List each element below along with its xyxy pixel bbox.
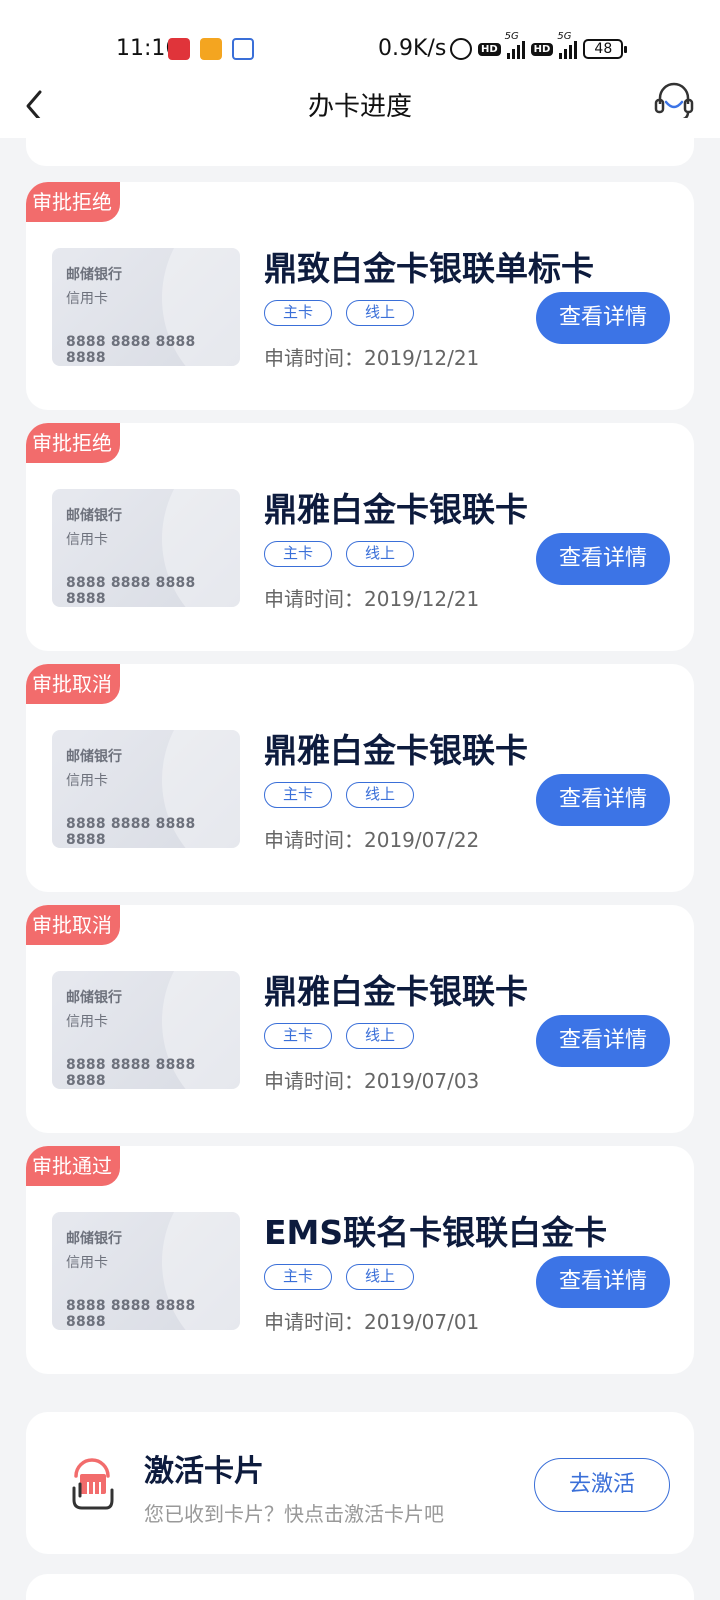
network-speed: 0.9K/s [378, 36, 447, 61]
tag-primary-card: 主卡 [264, 782, 332, 808]
view-details-button[interactable]: 查看详情 [536, 774, 670, 826]
tag-online: 线上 [346, 300, 414, 326]
card-bank-name: 邮储银行 [66, 1231, 122, 1247]
apply-time: 申请时间：2019/07/01 [264, 1310, 480, 1334]
card-title: 鼎雅白金卡银联卡 [264, 490, 528, 529]
card-tags: 主卡 线上 [264, 300, 414, 326]
application-card: 审批拒绝 邮储银行 信用卡 8888 8888 8888 8888 鼎雅白金卡银… [26, 423, 694, 651]
card-title: 鼎雅白金卡银联卡 [264, 972, 528, 1011]
credit-card-image: 邮储银行 信用卡 8888 8888 8888 8888 [52, 489, 240, 607]
card-bank-name: 邮储银行 [66, 990, 122, 1006]
signal-icon: 5G [557, 31, 578, 59]
card-tags: 主卡 线上 [264, 1264, 414, 1290]
tag-online: 线上 [346, 782, 414, 808]
tag-online: 线上 [346, 1023, 414, 1049]
apply-time: 申请时间：2019/12/21 [264, 587, 480, 611]
card-number: 8888 8888 8888 8888 [66, 575, 196, 607]
status-badge: 审批拒绝 [26, 182, 120, 222]
hd-icon: HD [478, 42, 501, 56]
card-title: 鼎雅白金卡银联卡 [264, 731, 528, 770]
tag-primary-card: 主卡 [264, 1264, 332, 1290]
card-type-label: 信用卡 [66, 1255, 108, 1271]
status-badge: 审批取消 [26, 905, 120, 945]
activate-button[interactable]: 去激活 [534, 1458, 670, 1512]
notification-app-icon [168, 38, 190, 60]
credit-card-image: 邮储银行 信用卡 8888 8888 8888 8888 [52, 971, 240, 1089]
card-type-label: 信用卡 [66, 773, 108, 789]
battery-icon: 48 [583, 39, 628, 59]
status-badge: 审批通过 [26, 1146, 120, 1186]
hd-icon: HD [530, 42, 554, 56]
view-details-button[interactable]: 查看详情 [536, 292, 670, 344]
card-type-label: 信用卡 [66, 291, 108, 307]
alarm-icon [450, 38, 472, 60]
tag-primary-card: 主卡 [264, 300, 332, 326]
card-number: 8888 8888 8888 8888 [66, 816, 196, 848]
card-number: 8888 8888 8888 8888 [66, 1057, 196, 1089]
activate-card-panel: 激活卡片 您已收到卡片？快点击激活卡片吧 去激活 [26, 1412, 694, 1554]
card-title: EMS联名卡银联白金卡 [264, 1213, 608, 1252]
apply-time: 申请时间：2019/12/21 [264, 346, 480, 370]
tag-primary-card: 主卡 [264, 541, 332, 567]
card-bank-name: 邮储银行 [66, 267, 122, 283]
tag-online: 线上 [346, 541, 414, 567]
application-card: 审批取消 邮储银行 信用卡 8888 8888 8888 8888 鼎雅白金卡银… [26, 664, 694, 892]
notification-app-icon [232, 38, 254, 60]
notification-app-icon [200, 38, 222, 60]
card-tags: 主卡 线上 [264, 782, 414, 808]
view-details-button[interactable]: 查看详情 [536, 1015, 670, 1067]
status-bar: 11:16 0.9K/s HD 5G HD 5G 48 [0, 0, 720, 80]
view-details-button[interactable]: 查看详情 [536, 1256, 670, 1308]
application-card: 审批取消 邮储银行 信用卡 8888 8888 8888 8888 鼎雅白金卡银… [26, 905, 694, 1133]
card-number: 8888 8888 8888 8888 [66, 1298, 196, 1330]
card-title: 鼎致白金卡银联单标卡 [264, 249, 594, 288]
activate-title: 激活卡片 [144, 1454, 264, 1489]
status-badge: 审批拒绝 [26, 423, 120, 463]
credit-card-image: 邮储银行 信用卡 8888 8888 8888 8888 [52, 248, 240, 366]
card-number: 8888 8888 8888 8888 [66, 334, 196, 366]
card-type-label: 信用卡 [66, 532, 108, 548]
status-badge: 审批取消 [26, 664, 120, 704]
signal-icon: 5G [505, 31, 525, 59]
tag-online: 线上 [346, 1264, 414, 1290]
apply-time: 申请时间：2019/07/03 [264, 1069, 480, 1093]
network-type-label: 5G [557, 31, 572, 42]
view-details-button[interactable]: 查看详情 [536, 533, 670, 585]
activate-card-icon [66, 1454, 118, 1512]
application-card: 审批通过 邮储银行 信用卡 8888 8888 8888 8888 EMS联名卡… [26, 1146, 694, 1374]
application-card: 审批拒绝 邮储银行 信用卡 8888 8888 8888 8888 鼎致白金卡银… [26, 182, 694, 410]
previous-card-partial [26, 118, 694, 166]
activate-subtitle: 您已收到卡片？快点击激活卡片吧 [144, 1502, 444, 1526]
card-tags: 主卡 线上 [264, 1023, 414, 1049]
network-type-label: 5G [504, 31, 519, 42]
card-bank-name: 邮储银行 [66, 508, 122, 524]
card-type-label: 信用卡 [66, 1014, 108, 1030]
card-bank-name: 邮储银行 [66, 749, 122, 765]
status-icons: HD 5G HD 5G 48 [450, 31, 628, 62]
card-tags: 主卡 线上 [264, 541, 414, 567]
apply-time: 申请时间：2019/07/22 [264, 828, 480, 852]
next-card-partial [26, 1574, 694, 1600]
credit-card-image: 邮储银行 信用卡 8888 8888 8888 8888 [52, 1212, 240, 1330]
credit-card-image: 邮储银行 信用卡 8888 8888 8888 8888 [52, 730, 240, 848]
tag-primary-card: 主卡 [264, 1023, 332, 1049]
